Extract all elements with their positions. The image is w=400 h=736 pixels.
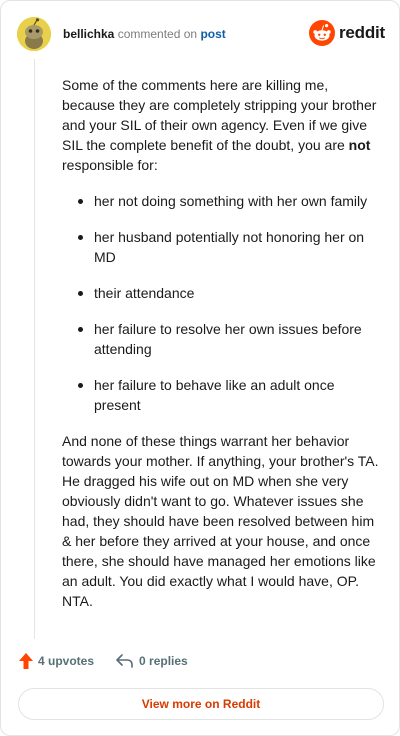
- comment-meta: bellichka commented on post: [63, 27, 226, 41]
- comment-footer: 4 upvotes 0 replies: [19, 653, 188, 669]
- upvote-arrow-icon: [19, 653, 33, 669]
- comment-intro: Some of the comments here are killing me…: [62, 75, 380, 175]
- list-item: their attendance: [62, 283, 380, 303]
- intro-text: Some of the comments here are killing me…: [62, 77, 377, 153]
- intro-bold: not: [348, 137, 371, 153]
- comment-embed-card: bellichka commented on post reddit Some …: [0, 0, 400, 736]
- comment-closing: And none of these things warrant her beh…: [62, 433, 379, 609]
- upvote-count: 4 upvotes: [38, 654, 95, 668]
- view-more-button[interactable]: View more on Reddit: [18, 688, 384, 720]
- user-avatar[interactable]: [17, 17, 51, 51]
- action-text: commented on: [117, 27, 198, 41]
- reddit-wordmark: reddit: [338, 23, 385, 42]
- list-item: her failure to resolve her own issues be…: [62, 319, 380, 359]
- list-item: her failure to behave like an adult once…: [62, 375, 380, 415]
- post-link[interactable]: post: [200, 27, 225, 41]
- list-item: her not doing something with her own fam…: [62, 191, 380, 211]
- reply-button[interactable]: 0 replies: [116, 654, 188, 668]
- username-link[interactable]: bellichka: [63, 27, 114, 41]
- list-item: her husband potentially not honoring her…: [62, 227, 380, 267]
- comment-body: Some of the comments here are killing me…: [62, 75, 380, 611]
- reply-count: 0 replies: [139, 654, 188, 668]
- snoo-avatar-icon: [17, 17, 51, 51]
- comment-header: bellichka commented on post reddit: [17, 17, 385, 51]
- reddit-brand[interactable]: reddit: [308, 20, 385, 46]
- reddit-logo-icon: [308, 20, 335, 46]
- upvote-button[interactable]: 4 upvotes: [19, 653, 94, 669]
- comment-list: her not doing something with her own fam…: [62, 191, 380, 415]
- reply-arrow-icon: [116, 654, 133, 668]
- intro-end: responsible for:: [62, 157, 158, 173]
- thread-line: [34, 59, 35, 639]
